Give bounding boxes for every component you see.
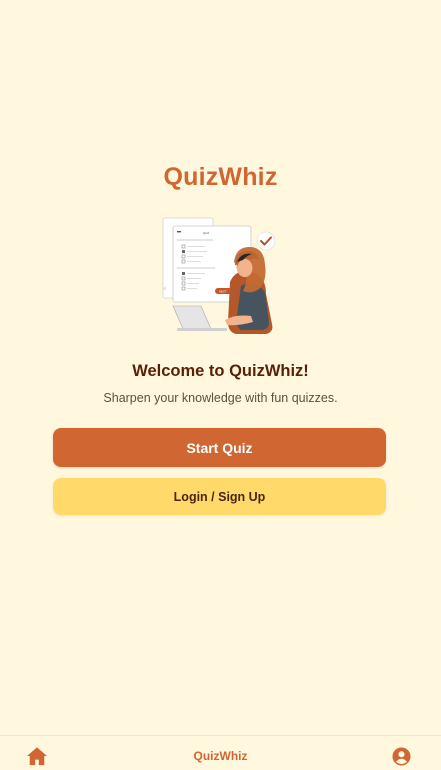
welcome-heading: Welcome to QuizWhiz! [132,362,309,380]
nav-title: QuizWhiz [193,749,248,763]
brand-title: QuizWhiz [163,163,278,191]
start-quiz-button[interactable]: Start Quiz [53,428,386,467]
quiz-sheet-title: Quiz [203,231,210,235]
quiz-illustration: Quiz NEXT [162,217,276,334]
user-circle-icon[interactable] [392,747,411,766]
welcome-tagline: Sharpen your knowledge with fun quizzes. [103,391,338,405]
next-pill-label: NEXT [219,289,227,293]
bottom-nav: QuizWhiz [0,735,441,770]
login-signup-button[interactable]: Login / Sign Up [53,478,386,515]
app-screen: QuizWhiz Quiz NEXT Welcome to QuizWhiz! … [0,0,441,770]
